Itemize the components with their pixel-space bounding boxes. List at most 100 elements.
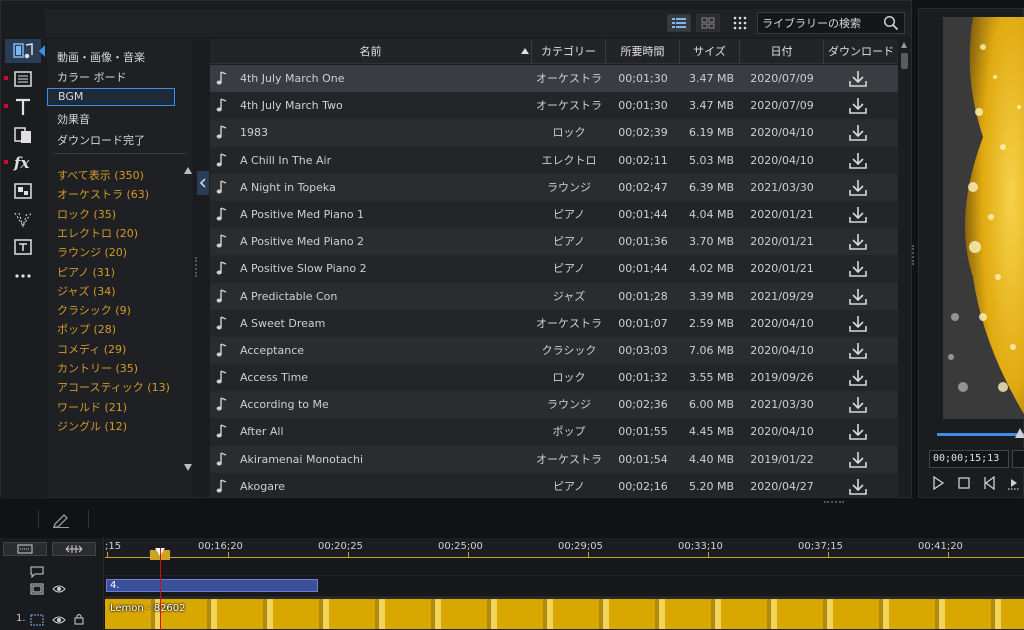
download-icon[interactable] (848, 450, 868, 469)
genre-filter-item[interactable]: エレクトロ (20) (57, 225, 138, 241)
next-frame-button[interactable] (1005, 474, 1023, 492)
video-clip-filmstrip[interactable] (105, 599, 1024, 629)
library-menu-button[interactable] (731, 14, 749, 32)
fit-timeline-button[interactable] (52, 542, 96, 556)
table-row[interactable]: A Positive Med Piano 1 ピアノ 00;01;44 4.04 MB… (210, 200, 898, 229)
category-downloaded[interactable]: ダウンロード完了 (57, 132, 145, 148)
download-icon[interactable] (848, 205, 868, 224)
scrollbar-thumb[interactable] (901, 53, 908, 69)
download-icon[interactable] (848, 69, 868, 88)
download-icon[interactable] (848, 395, 868, 414)
genre-filter-item[interactable]: ポップ (28) (57, 321, 116, 337)
chapter-track[interactable] (105, 559, 1024, 576)
genre-filter-item[interactable]: すべて表示 (350) (57, 167, 144, 183)
category-scrollbar[interactable] (181, 161, 193, 495)
category-color-board[interactable]: カラー ボード (57, 69, 127, 85)
details-view-button[interactable] (667, 14, 691, 32)
table-row[interactable]: A Positive Med Piano 2 ピアノ 00;01;36 3.70 MB… (210, 228, 898, 256)
table-row[interactable]: A Positive Slow Piano 2 ピアノ 00;01;44 4.02 M… (210, 255, 898, 283)
timeline-ruler[interactable]: ;15 00;16;20 00;20;25 00;25;00 00;29;05 00;33… (105, 538, 1024, 558)
download-icon[interactable] (848, 422, 868, 441)
text-room-button[interactable] (4, 95, 41, 119)
genre-filter-item[interactable]: ジングル (12) (57, 418, 127, 434)
scroll-down-icon[interactable] (184, 464, 192, 471)
download-icon[interactable] (848, 477, 868, 496)
stop-button[interactable] (955, 474, 973, 492)
timeline-resize-grip[interactable] (824, 501, 844, 503)
category-resize-grip[interactable] (195, 257, 197, 277)
download-icon[interactable] (848, 151, 868, 170)
title-room-button[interactable] (4, 67, 41, 91)
effect-room-button[interactable]: fx (4, 151, 41, 175)
more-rooms-button[interactable] (5, 263, 41, 287)
genre-filter-item[interactable]: ラウンジ (20) (57, 244, 127, 260)
preview-seek-bar[interactable] (937, 433, 1024, 436)
download-icon[interactable] (848, 178, 868, 197)
seek-knob[interactable] (1015, 428, 1024, 438)
column-header-duration[interactable]: 所要時間 (606, 39, 680, 64)
download-icon[interactable] (848, 96, 868, 115)
table-row[interactable]: After All ポップ 00;01;55 4.45 MB 2020/04/10 (210, 418, 898, 446)
preview-timecode[interactable]: 00;00;15;13 (929, 450, 1009, 468)
genre-filter-item[interactable]: コメディ (29) (57, 341, 126, 357)
download-icon[interactable] (848, 314, 868, 333)
table-row[interactable]: 1983 ロック 00;02;39 6.19 MB 2020/04/10 (210, 119, 898, 147)
table-row[interactable]: Access Time ロック 00;01;32 3.55 MB 2019/09/26 (210, 364, 898, 392)
library-search-input[interactable] (762, 16, 880, 30)
table-row[interactable]: A Night in Topeka ラウンジ 00;02;47 6.39 MB 2021… (210, 173, 898, 201)
pip-room-button[interactable] (5, 179, 41, 203)
download-icon[interactable] (848, 287, 868, 306)
eye-icon[interactable] (52, 583, 66, 595)
download-icon[interactable] (848, 259, 868, 278)
genre-filter-item[interactable]: ロック (35) (57, 206, 116, 222)
table-row[interactable]: A Predictable Con ジャズ 00;01;28 3.39 MB 2021/… (210, 282, 898, 310)
table-row[interactable]: 4th July March Two オーケストラ 00;01;30 3.47 MB 2… (210, 92, 898, 120)
lock-icon[interactable] (72, 613, 86, 625)
genre-filter-item[interactable]: クラシック (9) (57, 302, 131, 318)
timecode-spinner[interactable] (1012, 450, 1024, 468)
table-row[interactable]: A Sweet Dream オーケストラ 00;01;07 2.59 MB 2020/0… (210, 309, 898, 337)
transition-room-button[interactable] (5, 123, 41, 147)
scroll-up-icon[interactable] (184, 167, 192, 174)
table-row[interactable]: According to Me ラウンジ 00;02;36 6.00 MB 2021/0… (210, 391, 898, 419)
genre-filter-item[interactable]: アコースティック (13) (57, 379, 170, 395)
column-header-date[interactable]: 日付 (740, 39, 824, 64)
scroll-up-icon[interactable] (901, 42, 907, 48)
grid-view-button[interactable] (696, 14, 720, 32)
category-sound-effects[interactable]: 効果音 (57, 111, 90, 127)
genre-filter-item[interactable]: ジャズ (34) (57, 283, 116, 299)
previous-frame-button[interactable] (981, 474, 999, 492)
track-manager-button[interactable] (3, 542, 47, 556)
table-row[interactable]: A Chill In The Air エレクトロ 00;02;11 5.03 MB 20… (210, 146, 898, 174)
table-row[interactable]: Akiramenai Monotachi オーケストラ 00;01;54 4.40 M… (210, 445, 898, 473)
category-media[interactable]: 動画・画像・音楽 (57, 49, 145, 65)
download-icon[interactable] (848, 123, 868, 142)
table-row[interactable]: Akogare ピアノ 00;02;16 5.20 MB 2020/04/27 (210, 472, 898, 497)
panel-resize-grip[interactable] (912, 245, 914, 265)
column-header-category[interactable]: カテゴリー (532, 39, 606, 64)
genre-filter-item[interactable]: ピアノ (31) (57, 264, 115, 280)
download-icon[interactable] (848, 232, 868, 251)
genre-filter-item[interactable]: オーケストラ (63) (57, 186, 149, 202)
video-track-1[interactable]: Lemon - 82602 (105, 597, 1024, 630)
edit-button[interactable] (50, 510, 72, 530)
table-row[interactable]: Acceptance クラシック 00;03;03 7.06 MB 2020/04/10 (210, 336, 898, 365)
play-button[interactable] (929, 474, 947, 492)
particle-room-button[interactable] (5, 207, 41, 231)
download-icon[interactable] (848, 368, 868, 387)
table-row[interactable]: 4th July March One オーケストラ 00;01;30 3.47 MB 2… (210, 65, 898, 93)
genre-filter-item[interactable]: ワールド (21) (57, 399, 127, 415)
table-scrollbar[interactable] (899, 39, 910, 497)
overlay-track[interactable]: 4. (105, 576, 1024, 597)
collapse-panel-button[interactable] (197, 171, 209, 195)
column-header-name[interactable]: 名前 (210, 39, 532, 64)
genre-filter-item[interactable]: カントリー (35) (57, 360, 138, 376)
column-header-size[interactable]: サイズ (680, 39, 740, 64)
eye-icon[interactable] (52, 614, 66, 626)
category-bgm[interactable]: BGM (47, 88, 175, 106)
overlay-clip[interactable]: 4. (106, 579, 318, 592)
download-icon[interactable] (848, 341, 868, 360)
media-room-button[interactable] (5, 39, 45, 63)
subtitle-room-button[interactable] (5, 235, 41, 259)
search-icon[interactable] (883, 15, 899, 31)
